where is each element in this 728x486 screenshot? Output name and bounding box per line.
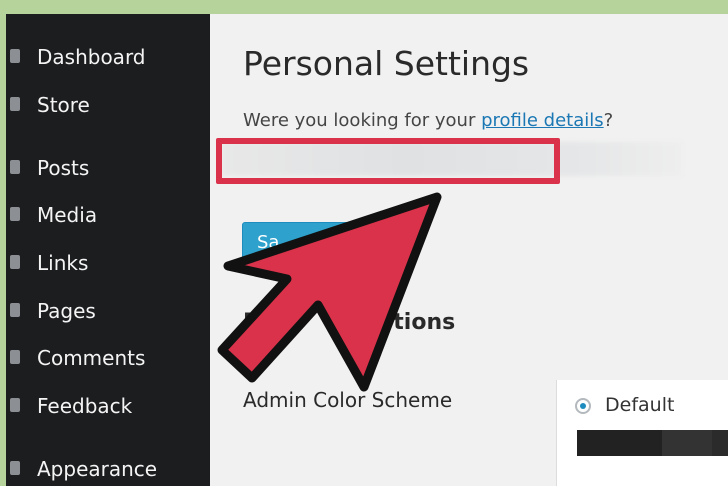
sidebar-item-label: Feedback: [37, 394, 133, 418]
store-icon: [10, 97, 20, 111]
scheme-swatch: [712, 430, 728, 456]
sidebar-item-label: Links: [37, 251, 89, 275]
sidebar-item-label: Store: [37, 93, 90, 117]
admin-color-scheme-label: Admin Color Scheme: [243, 388, 453, 412]
sidebar-item-label: Media: [37, 203, 98, 227]
feedback-icon: [10, 398, 20, 412]
save-button[interactable]: Sa: [242, 222, 362, 262]
appearance-icon: [10, 461, 20, 475]
sidebar-item-label: Dashboard: [37, 45, 146, 69]
profile-prompt-suffix: ?: [603, 110, 614, 131]
media-icon: [10, 207, 20, 221]
admin-sidebar: Dashboard Store Posts Media Links Pages …: [6, 14, 210, 486]
sidebar-item-links[interactable]: Links: [6, 245, 210, 281]
sidebar-item-label: Appearance: [37, 457, 158, 481]
sidebar-item-feedback[interactable]: Feedback: [6, 388, 210, 424]
scheme-radio[interactable]: [575, 398, 591, 414]
scheme-name: Default: [605, 394, 675, 416]
page-title: Personal Settings: [243, 44, 530, 83]
color-scheme-option[interactable]: Default: [556, 380, 728, 486]
comments-icon: [10, 350, 20, 364]
settings-main: Personal Settings Were you looking for y…: [210, 14, 728, 486]
sidebar-item-appearance[interactable]: Appearance: [6, 451, 210, 486]
sidebar-item-label: Comments: [37, 346, 146, 370]
links-icon: [10, 255, 20, 269]
sidebar-item-dashboard[interactable]: Dashboard: [6, 39, 210, 75]
profile-prompt: Were you looking for your profile detail…: [243, 110, 613, 131]
scheme-swatch: [662, 430, 712, 456]
sidebar-item-media[interactable]: Media: [6, 197, 210, 233]
sidebar-item-label: Pages: [37, 299, 96, 323]
section-heading: Personal Options: [243, 310, 455, 335]
section-heading-end: tions: [393, 310, 456, 335]
screenshot-frame: Dashboard Store Posts Media Links Pages …: [6, 14, 728, 486]
posts-icon: [10, 160, 20, 174]
dashboard-icon: [10, 49, 20, 63]
pages-icon: [10, 303, 20, 317]
profile-details-link[interactable]: profile details: [481, 110, 604, 131]
profile-prompt-text: Were you looking for your: [243, 110, 482, 131]
sidebar-item-posts[interactable]: Posts: [6, 150, 210, 186]
scheme-swatch: [577, 430, 662, 456]
sidebar-item-pages[interactable]: Pages: [6, 293, 210, 329]
sidebar-item-label: Posts: [37, 156, 90, 180]
section-heading-start: P: [243, 310, 260, 335]
sidebar-item-store[interactable]: Store: [6, 87, 210, 123]
highlight-box: [216, 138, 560, 184]
sidebar-item-comments[interactable]: Comments: [6, 340, 210, 376]
